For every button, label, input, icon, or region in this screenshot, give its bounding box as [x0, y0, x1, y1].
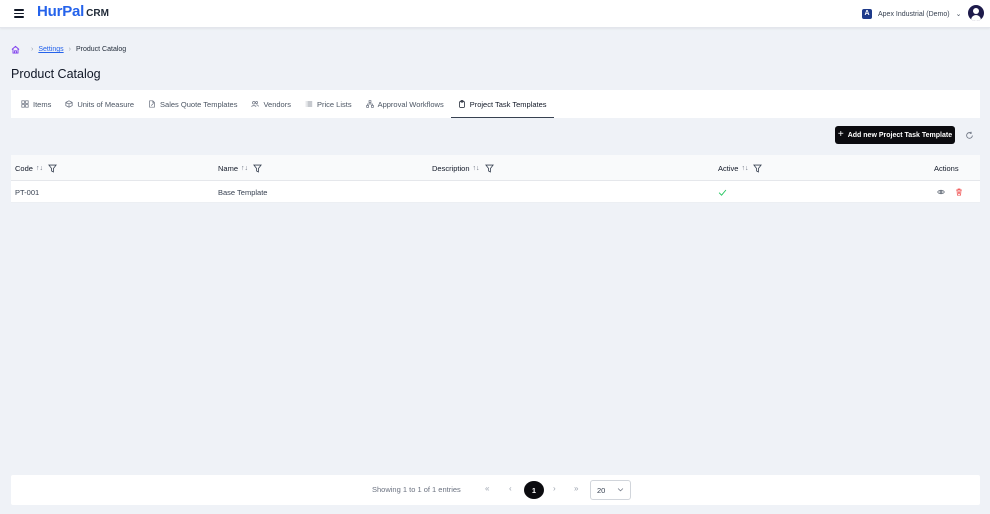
- chevron-down-icon: ⌄: [955, 11, 962, 18]
- sort-icon[interactable]: ↑↓: [473, 165, 480, 172]
- company-name: Apex Industrial (Demo): [878, 10, 950, 18]
- breadcrumb-current: Product Catalog: [75, 46, 127, 53]
- table-row[interactable]: PT-001 Base Template: [11, 181, 980, 203]
- tab-label: Units of Measure: [77, 99, 135, 109]
- column-label: Code: [15, 163, 33, 173]
- cell-code: PT-001: [15, 187, 40, 197]
- column-label: Description: [432, 163, 470, 173]
- column-label: Actions: [934, 163, 959, 173]
- page-size-value: 20: [597, 485, 606, 495]
- tab-price-lists[interactable]: Price Lists: [298, 90, 359, 118]
- filter-icon[interactable]: [253, 164, 262, 173]
- breadcrumb: › Settings › Product Catalog: [11, 45, 126, 54]
- table-header: Code ↑↓ Name ↑↓ Description ↑↓ Active ↑↓…: [11, 155, 980, 181]
- cell-name: Base Template: [218, 187, 268, 197]
- filter-icon[interactable]: [48, 164, 57, 173]
- page-title: Product Catalog: [11, 67, 101, 81]
- last-page-button[interactable]: »: [574, 484, 578, 493]
- home-icon[interactable]: [11, 45, 20, 54]
- tab-project-task-templates[interactable]: Project Task Templates: [450, 90, 554, 118]
- logo-text: HurPal: [37, 3, 85, 20]
- plus-icon: +: [837, 129, 844, 140]
- breadcrumb-settings-link[interactable]: Settings: [38, 46, 63, 53]
- breadcrumb-separator: ›: [31, 46, 34, 53]
- column-label: Active: [718, 163, 739, 173]
- check-icon: [718, 189, 727, 196]
- tab-bar: Items Units of Measure Sales Quote Templ…: [11, 90, 980, 118]
- tab-approval-workflows[interactable]: Approval Workflows: [359, 90, 451, 118]
- column-header-active: Active ↑↓: [718, 155, 763, 181]
- tab-sales-quote-templates[interactable]: Sales Quote Templates: [141, 90, 244, 118]
- view-eye-icon[interactable]: [937, 188, 945, 196]
- cell-actions: [937, 181, 963, 203]
- tab-label: Approval Workflows: [377, 99, 444, 109]
- next-page-button[interactable]: ›: [553, 484, 556, 493]
- tab-label: Vendors: [263, 99, 291, 109]
- sort-icon[interactable]: ↑↓: [741, 165, 748, 172]
- templates-table: Code ↑↓ Name ↑↓ Description ↑↓ Active ↑↓…: [11, 155, 980, 203]
- app-logo[interactable]: HurPal CRM: [37, 3, 109, 21]
- tab-vendors[interactable]: Vendors: [244, 90, 298, 118]
- company-icon: A: [862, 9, 872, 19]
- cell-active: [718, 181, 727, 203]
- menu-icon[interactable]: [14, 9, 24, 18]
- pagination-bar: Showing 1 to 1 of 1 entries « ‹ 1 › » 20: [11, 475, 980, 505]
- tab-label: Items: [33, 99, 52, 109]
- pagination-info: Showing 1 to 1 of 1 entries: [372, 485, 461, 494]
- column-header-name: Name ↑↓: [218, 155, 262, 181]
- column-header-actions: Actions: [934, 155, 959, 181]
- add-button-label: Add new Project Task Template: [847, 131, 953, 139]
- tab-label: Sales Quote Templates: [160, 99, 238, 109]
- box-icon: [65, 100, 73, 108]
- sort-icon[interactable]: ↑↓: [241, 165, 248, 172]
- page-1-button[interactable]: 1: [524, 481, 544, 499]
- grid-icon: [21, 100, 29, 108]
- page-size-select[interactable]: 20: [590, 480, 631, 500]
- filter-icon[interactable]: [484, 164, 494, 173]
- file-edit-icon: [149, 100, 155, 108]
- tab-items[interactable]: Items: [14, 90, 58, 118]
- column-header-description: Description ↑↓: [432, 155, 494, 181]
- users-icon: [251, 101, 260, 107]
- previous-page-button[interactable]: ‹: [509, 484, 512, 493]
- user-avatar[interactable]: [968, 5, 984, 21]
- column-header-code: Code ↑↓: [15, 155, 57, 181]
- logo-suffix: CRM: [86, 8, 109, 19]
- tab-label: Project Task Templates: [469, 99, 547, 109]
- first-page-button[interactable]: «: [485, 484, 489, 493]
- column-label: Name: [218, 163, 239, 173]
- breadcrumb-separator: ›: [68, 46, 71, 53]
- refresh-icon[interactable]: [965, 131, 974, 140]
- top-bar: HurPal CRM A Apex Industrial (Demo) ⌄: [0, 0, 990, 28]
- filter-icon[interactable]: [753, 164, 763, 173]
- tab-label: Price Lists: [316, 99, 352, 109]
- clipboard-icon: [458, 100, 465, 108]
- add-project-task-template-button[interactable]: + Add new Project Task Template: [835, 126, 955, 144]
- workflow-icon: [365, 100, 374, 108]
- list-icon: [305, 101, 313, 107]
- sort-icon[interactable]: ↑↓: [36, 165, 43, 172]
- trash-icon[interactable]: [955, 188, 963, 196]
- chevron-down-icon: [617, 488, 624, 492]
- company-selector[interactable]: A Apex Industrial (Demo) ⌄: [862, 7, 961, 21]
- tab-units-of-measure[interactable]: Units of Measure: [58, 90, 141, 118]
